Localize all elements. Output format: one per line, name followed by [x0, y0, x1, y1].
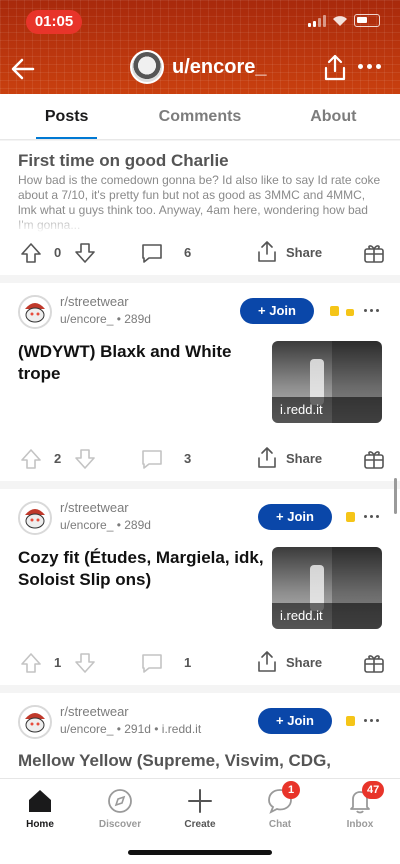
status-time: 01:05	[26, 10, 82, 34]
share-button[interactable]: Share	[286, 655, 322, 670]
home-indicator[interactable]	[128, 850, 272, 855]
compass-icon	[108, 789, 132, 813]
share-icon[interactable]	[256, 650, 278, 674]
subreddit-avatar[interactable]	[18, 501, 52, 535]
post-action-bar: 2 3 Share	[0, 445, 400, 475]
upvote-icon[interactable]	[20, 652, 42, 674]
nav-inbox[interactable]: 47 Inbox	[320, 781, 400, 830]
subreddit-avatar[interactable]	[18, 705, 52, 739]
subreddit-avatar[interactable]	[18, 295, 52, 329]
profile-header: 01:05 u/encore_	[0, 0, 400, 94]
nav-create[interactable]: Create	[160, 787, 240, 830]
bell-icon-wrap: 47	[346, 781, 385, 815]
wifi-icon	[333, 15, 347, 26]
vote-count: 0	[54, 245, 62, 260]
flair-icon	[346, 716, 355, 726]
nav-label: Discover	[98, 819, 142, 830]
flair-icon	[330, 306, 339, 316]
post-title[interactable]: (WDYWT) Blaxk and White trope	[18, 341, 268, 385]
status-bar: 01:05	[0, 8, 400, 34]
tab-posts[interactable]: Posts	[0, 94, 133, 139]
upvote-icon[interactable]	[20, 448, 42, 470]
home-icon	[29, 790, 51, 812]
comment-icon[interactable]	[140, 652, 164, 674]
award-icon[interactable]	[362, 651, 386, 675]
share-button[interactable]: Share	[286, 245, 322, 260]
post-body-preview: How bad is the comedown gonna be? Id als…	[18, 173, 384, 233]
subreddit-name[interactable]: r/streetwear	[60, 500, 129, 515]
flair-icon	[346, 512, 355, 522]
comment-icon[interactable]	[140, 448, 164, 470]
thumbnail-domain: i.redd.it	[272, 397, 382, 423]
more-options-icon[interactable]	[364, 719, 380, 723]
chat-icon-wrap: 1	[266, 781, 300, 815]
nav-discover[interactable]: Discover	[80, 787, 160, 830]
lock-icon	[346, 309, 354, 316]
more-options-icon[interactable]	[364, 309, 380, 313]
post-thumbnail[interactable]: i.redd.it	[272, 547, 382, 629]
battery-icon	[354, 14, 380, 27]
post-action-bar: 0 6 Share	[0, 239, 400, 269]
scrollbar-thumb[interactable]	[394, 478, 397, 514]
comment-icon[interactable]	[140, 242, 164, 264]
post-title[interactable]: First time on good Charlie	[18, 151, 229, 171]
more-options-icon[interactable]	[358, 64, 382, 70]
share-icon[interactable]	[256, 446, 278, 470]
join-button[interactable]: + Join	[258, 504, 332, 530]
profile-username: u/encore_	[172, 56, 267, 78]
join-button[interactable]: + Join	[240, 298, 314, 324]
post-meta: u/encore_ • 289d	[60, 518, 151, 532]
share-icon[interactable]	[256, 240, 278, 264]
status-icons	[308, 14, 380, 27]
post-title[interactable]: Mellow Yellow (Supreme, Visvim, CDG,	[18, 751, 388, 771]
join-button[interactable]: + Join	[258, 708, 332, 734]
subreddit-name[interactable]: r/streetwear	[60, 704, 129, 719]
nav-label: Chat	[268, 819, 292, 830]
plus-icon	[188, 789, 212, 813]
signal-icon	[308, 14, 326, 27]
downvote-icon[interactable]	[74, 448, 96, 470]
award-icon[interactable]	[362, 241, 386, 265]
nav-home[interactable]: Home	[0, 787, 80, 830]
back-arrow-icon[interactable]	[8, 54, 38, 84]
post-meta: u/encore_ • 291d • i.redd.it	[60, 722, 202, 736]
profile-avatar[interactable]	[130, 50, 164, 84]
post-card[interactable]: r/streetwear u/encore_ • 291d • i.redd.i…	[0, 693, 400, 783]
post-meta: u/encore_ • 289d	[60, 312, 151, 326]
nav-label: Home	[26, 819, 54, 830]
share-button[interactable]: Share	[286, 451, 322, 466]
downvote-icon[interactable]	[74, 652, 96, 674]
post-card[interactable]: First time on good Charlie How bad is th…	[0, 141, 400, 275]
award-icon[interactable]	[362, 447, 386, 471]
more-options-icon[interactable]	[364, 515, 380, 519]
notification-badge: 1	[282, 781, 300, 799]
comment-count: 3	[184, 451, 192, 466]
post-action-bar: 1 1 Share	[0, 649, 400, 679]
header-nav-row: u/encore_	[0, 46, 400, 90]
notification-badge: 47	[362, 781, 385, 799]
comment-count: 6	[184, 245, 192, 260]
subreddit-name[interactable]: r/streetwear	[60, 294, 129, 309]
share-icon[interactable]	[322, 54, 348, 82]
nav-label: Inbox	[346, 819, 374, 830]
tab-comments[interactable]: Comments	[133, 94, 266, 139]
profile-tabs: Posts Comments About	[0, 94, 400, 140]
downvote-icon[interactable]	[74, 242, 96, 264]
vote-count: 1	[54, 655, 62, 670]
comment-count: 1	[184, 655, 192, 670]
thumbnail-domain: i.redd.it	[272, 603, 382, 629]
post-card[interactable]: r/streetwear u/encore_ • 289d + Join Coz…	[0, 489, 400, 685]
post-title[interactable]: Cozy fit (Études, Margiela, idk, Soloist…	[18, 547, 268, 591]
post-card[interactable]: r/streetwear u/encore_ • 289d + Join (WD…	[0, 283, 400, 481]
upvote-icon[interactable]	[20, 242, 42, 264]
vote-count: 2	[54, 451, 62, 466]
tab-about[interactable]: About	[267, 94, 400, 139]
nav-label: Create	[184, 819, 216, 830]
post-thumbnail[interactable]: i.redd.it	[272, 341, 382, 423]
nav-chat[interactable]: 1 Chat	[240, 781, 320, 830]
